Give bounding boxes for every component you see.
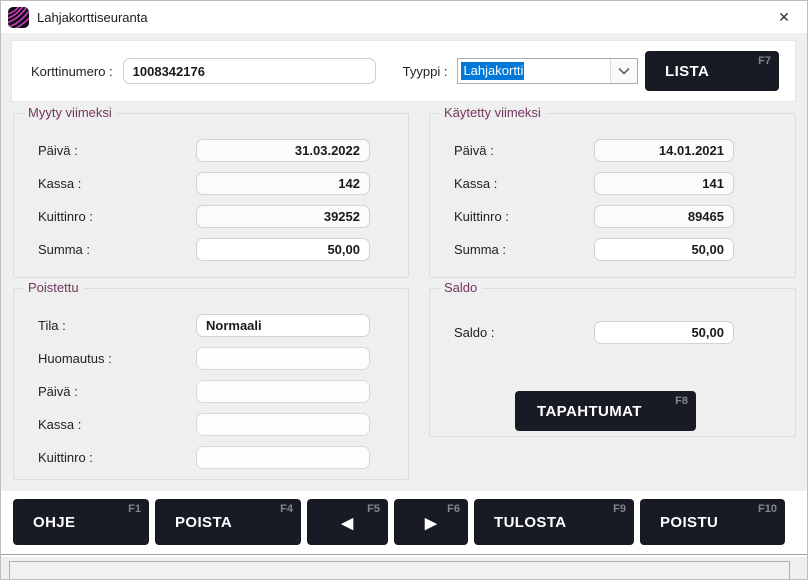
type-select-dropdown-button[interactable] bbox=[610, 59, 637, 83]
group-sold-last: Myyty viimeksi Päivä : Kassa : Kuittinro… bbox=[13, 113, 409, 278]
field-label: Summa : bbox=[454, 242, 594, 257]
group-balance: Saldo Saldo : TAPAHTUMAT F8 bbox=[429, 288, 796, 437]
field-row: Kuittinro : bbox=[38, 446, 408, 469]
next-card-button[interactable]: ▶ F6 bbox=[394, 499, 468, 545]
lista-fkey-badge: F7 bbox=[758, 55, 771, 67]
lista-button[interactable]: LISTA F7 bbox=[645, 51, 779, 91]
removed-register-input[interactable] bbox=[196, 413, 370, 436]
tapahtumat-button[interactable]: TAPAHTUMAT F8 bbox=[515, 391, 696, 431]
chevron-down-icon bbox=[618, 67, 630, 75]
field-label: Kuittinro : bbox=[38, 209, 196, 224]
field-label: Kuittinro : bbox=[454, 209, 594, 224]
tapahtumat-button-label: TAPAHTUMAT bbox=[521, 403, 642, 420]
group-used-last-title: Käytetty viimeksi bbox=[439, 105, 546, 120]
field-label: Summa : bbox=[38, 242, 196, 257]
field-row: Summa : bbox=[38, 238, 408, 261]
app-window: Lahjakorttiseuranta ✕ Korttinumero : Tyy… bbox=[0, 0, 808, 580]
sold-register-input[interactable] bbox=[196, 172, 370, 195]
ohje-button[interactable]: OHJE F1 bbox=[13, 499, 149, 545]
field-label: Päivä : bbox=[38, 143, 196, 158]
field-row: Kassa : bbox=[454, 172, 795, 195]
group-removed-title: Poistettu bbox=[23, 280, 84, 295]
close-icon[interactable]: ✕ bbox=[767, 3, 801, 31]
group-used-rows: Päivä : Kassa : Kuittinro : Summa : bbox=[430, 114, 795, 261]
tapahtumat-fkey-badge: F8 bbox=[675, 395, 688, 407]
field-label: Huomautus : bbox=[38, 351, 196, 366]
group-removed-rows: Tila : Huomautus : Päivä : Kassa : Kuitt… bbox=[14, 289, 408, 469]
removed-status-input[interactable] bbox=[196, 314, 370, 337]
poistu-fkey-badge: F10 bbox=[758, 503, 777, 515]
field-row: Summa : bbox=[454, 238, 795, 261]
group-balance-title: Saldo bbox=[439, 280, 482, 295]
used-date-input[interactable] bbox=[594, 139, 734, 162]
field-row: Päivä : bbox=[38, 380, 408, 403]
sold-amount-input[interactable] bbox=[196, 238, 370, 261]
used-register-input[interactable] bbox=[594, 172, 734, 195]
footer-divider bbox=[1, 554, 807, 557]
used-receipt-input[interactable] bbox=[594, 205, 734, 228]
field-row: Kuittinro : bbox=[454, 205, 795, 228]
field-label: Kassa : bbox=[38, 417, 196, 432]
tulosta-button[interactable]: TULOSTA F9 bbox=[474, 499, 634, 545]
field-row: Kassa : bbox=[38, 413, 408, 436]
group-sold-last-title: Myyty viimeksi bbox=[23, 105, 117, 120]
ohje-fkey-badge: F1 bbox=[128, 503, 141, 515]
prev-fkey-badge: F5 bbox=[367, 503, 380, 515]
footer-button-bar: OHJE F1 POISTA F4 ◀ F5 ▶ F6 TULOSTA F9 P… bbox=[1, 491, 807, 555]
removed-receipt-input[interactable] bbox=[196, 446, 370, 469]
tulosta-fkey-badge: F9 bbox=[613, 503, 626, 515]
used-amount-input[interactable] bbox=[594, 238, 734, 261]
poista-fkey-badge: F4 bbox=[280, 503, 293, 515]
poistu-button-label: POISTU bbox=[646, 514, 718, 531]
card-number-input[interactable] bbox=[123, 58, 376, 84]
poista-button-label: POISTA bbox=[161, 514, 232, 531]
window-title: Lahjakorttiseuranta bbox=[37, 10, 148, 25]
group-used-last: Käytetty viimeksi Päivä : Kassa : Kuitti… bbox=[429, 113, 796, 278]
arrow-left-icon: ◀ bbox=[342, 514, 354, 531]
removed-date-input[interactable] bbox=[196, 380, 370, 403]
next-fkey-badge: F6 bbox=[447, 503, 460, 515]
field-label: Tila : bbox=[38, 318, 196, 333]
field-row: Tila : bbox=[38, 314, 408, 337]
tulosta-button-label: TULOSTA bbox=[480, 514, 567, 531]
field-row: Päivä : bbox=[454, 139, 795, 162]
field-label: Kassa : bbox=[454, 176, 594, 191]
arrow-right-icon: ▶ bbox=[425, 514, 437, 531]
search-panel: Korttinumero : Tyyppi : Lahjakortti LIST… bbox=[11, 40, 796, 102]
ohje-button-label: OHJE bbox=[19, 514, 75, 531]
field-label: Kuittinro : bbox=[38, 450, 196, 465]
lista-button-label: LISTA bbox=[651, 63, 709, 80]
removed-note-input[interactable] bbox=[196, 347, 370, 370]
type-select-value-area: Lahjakortti bbox=[458, 59, 610, 83]
type-label: Tyyppi : bbox=[403, 64, 448, 79]
card-number-label: Korttinumero : bbox=[31, 64, 113, 79]
field-row: Kassa : bbox=[38, 172, 408, 195]
field-row: Kuittinro : bbox=[38, 205, 408, 228]
poista-button[interactable]: POISTA F4 bbox=[155, 499, 301, 545]
field-label: Saldo : bbox=[454, 325, 594, 340]
title-bar: Lahjakorttiseuranta ✕ bbox=[1, 1, 807, 33]
poistu-button[interactable]: POISTU F10 bbox=[640, 499, 785, 545]
status-bar bbox=[9, 561, 790, 579]
field-label: Päivä : bbox=[454, 143, 594, 158]
field-label: Kassa : bbox=[38, 176, 196, 191]
group-balance-rows: Saldo : bbox=[430, 289, 795, 344]
type-selected-value: Lahjakortti bbox=[461, 62, 524, 80]
field-label: Päivä : bbox=[38, 384, 196, 399]
field-row: Huomautus : bbox=[38, 347, 408, 370]
app-logo-icon bbox=[8, 7, 29, 28]
field-row: Saldo : bbox=[454, 321, 795, 344]
type-select[interactable]: Lahjakortti bbox=[457, 58, 638, 84]
balance-input[interactable] bbox=[594, 321, 734, 344]
sold-date-input[interactable] bbox=[196, 139, 370, 162]
previous-card-button[interactable]: ◀ F5 bbox=[307, 499, 388, 545]
sold-receipt-input[interactable] bbox=[196, 205, 370, 228]
group-removed: Poistettu Tila : Huomautus : Päivä : Kas… bbox=[13, 288, 409, 480]
field-row: Päivä : bbox=[38, 139, 408, 162]
group-sold-rows: Päivä : Kassa : Kuittinro : Summa : bbox=[14, 114, 408, 261]
